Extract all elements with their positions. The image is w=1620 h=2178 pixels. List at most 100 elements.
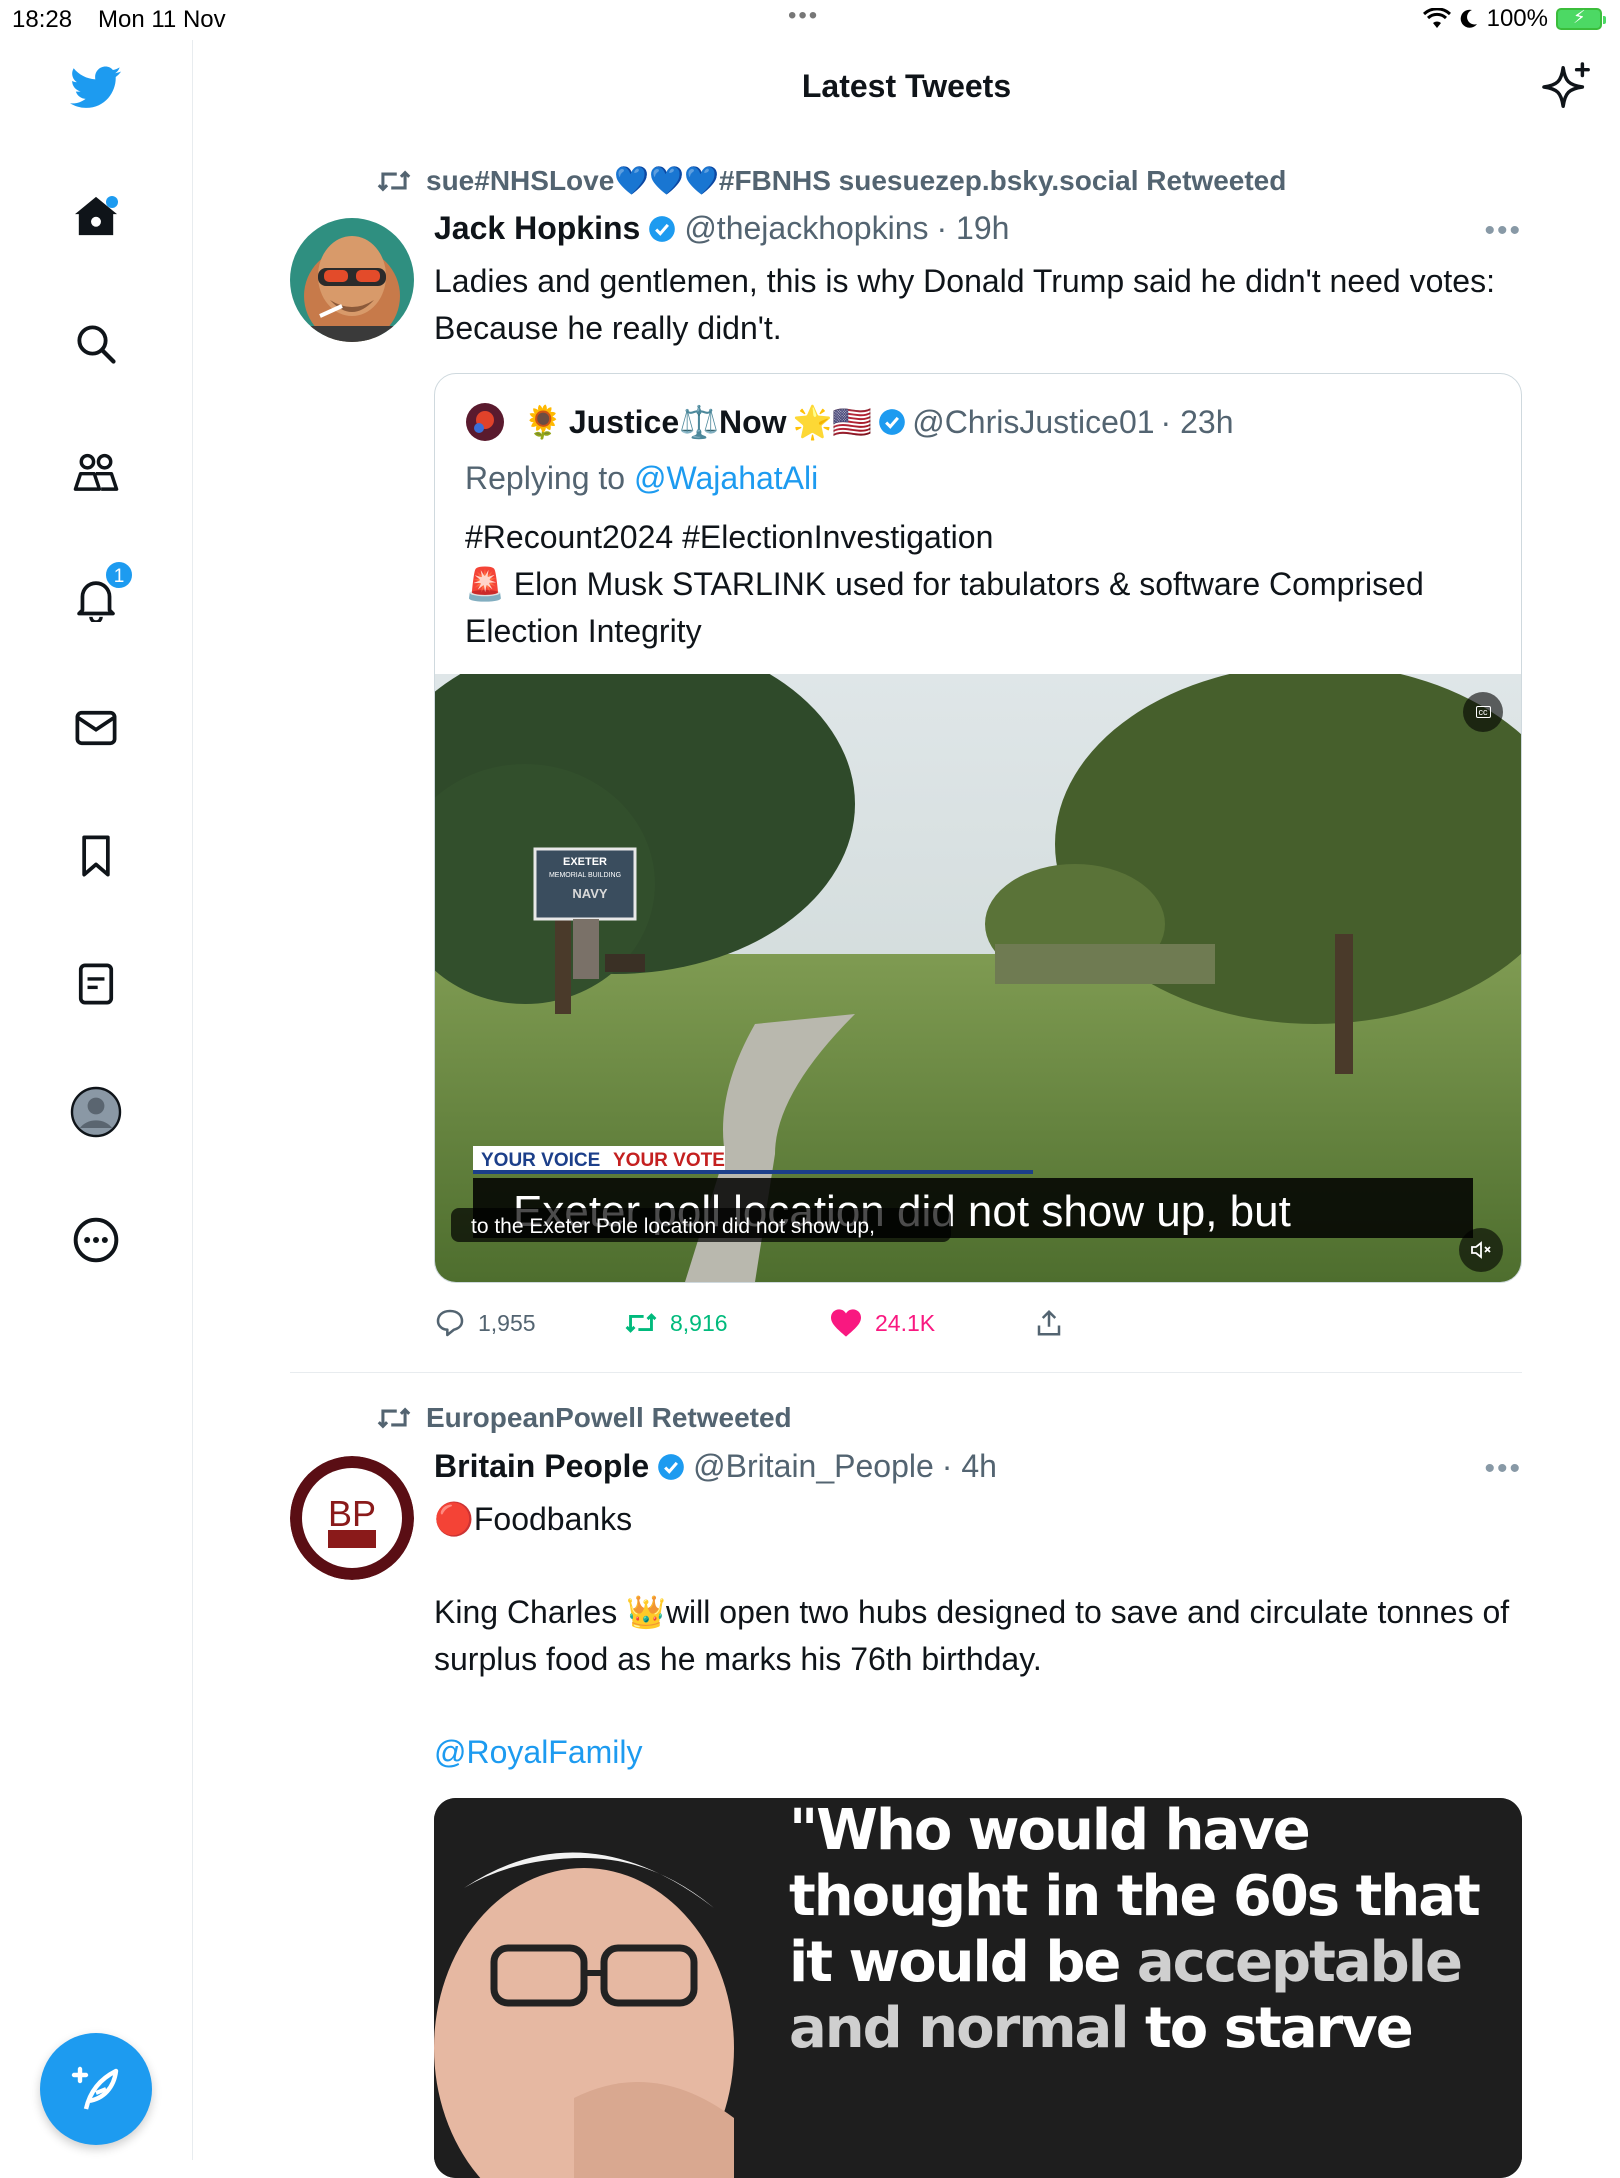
- quote-avatar[interactable]: [465, 402, 505, 442]
- quote-text-line: #Recount2024 #ElectionInvestigation: [465, 519, 994, 555]
- tweet-time: · 4h: [941, 1448, 997, 1484]
- quote-name-prefix: 🌻: [523, 404, 563, 440]
- image-quote-line: thought in the 60s that: [789, 1864, 1481, 1929]
- battery-percent: 100%: [1486, 5, 1548, 32]
- quote-text: #Recount2024 #ElectionInvestigation 🚨 El…: [465, 514, 1485, 655]
- mention-link[interactable]: @RoyalFamily: [434, 1729, 1514, 1776]
- tweet[interactable]: EuropeanPowell Retweeted BP Britain Peop…: [290, 1388, 1522, 2178]
- tweet-header: Britain People @Britain_People · 4h: [434, 1448, 997, 1485]
- tweet-time: · 19h: [936, 210, 1010, 246]
- more-options-icon[interactable]: [70, 1214, 122, 1266]
- more-menu-icon[interactable]: •••: [1484, 1452, 1522, 1486]
- reply-count: 1,955: [478, 1309, 536, 1336]
- avatar[interactable]: BP: [290, 1456, 414, 1580]
- share-button[interactable]: [1034, 1308, 1064, 1338]
- video-player[interactable]: EXETER MEMORIAL BUILDING NAVY YOUR VOICE…: [435, 674, 1521, 1282]
- messages-icon[interactable]: [70, 702, 122, 754]
- home-unread-dot: [106, 196, 118, 208]
- cc-icon: cc: [1475, 706, 1491, 718]
- status-bar: 18:28 Mon 11 Nov ••• 100% ⚡: [0, 0, 1620, 40]
- quote-name-suffix: 🌟🇺🇸: [792, 404, 873, 440]
- muted-speaker-icon: [1471, 1241, 1491, 1259]
- mute-button[interactable]: [1459, 1228, 1503, 1272]
- twitter-logo-icon[interactable]: [70, 62, 122, 114]
- video-banner-text: YOUR VOICE: [481, 1150, 600, 1171]
- like-count: 24.1K: [875, 1309, 936, 1336]
- image-quote-line: "Who would have: [789, 1798, 1311, 1863]
- top-header: Latest Tweets: [193, 40, 1620, 140]
- display-name[interactable]: Jack Hopkins: [434, 210, 640, 247]
- compose-tweet-button[interactable]: [40, 2033, 152, 2145]
- video-sign-text: MEMORIAL BUILDING: [549, 872, 621, 879]
- wifi-icon: [1422, 8, 1451, 28]
- tweet-text-line: 🔴Foodbanks: [434, 1501, 633, 1537]
- video-banner-text: YOUR VOTE: [613, 1150, 725, 1171]
- status-right: 100% ⚡: [1422, 5, 1606, 33]
- retweeted-by-text[interactable]: sue#NHSLove💙💙💙#FBNHS suesuezep.bsky.soci…: [426, 164, 1286, 197]
- notifications-icon[interactable]: 1: [70, 560, 134, 626]
- user-handle[interactable]: @thejackhopkins: [684, 210, 928, 247]
- tweet-text: Ladies and gentlemen, this is why Donald…: [434, 263, 1495, 346]
- status-date: Mon 11 Nov: [98, 6, 226, 33]
- image-quote-highlight: acceptable: [1136, 1930, 1463, 1995]
- tweet-text: 🔴Foodbanks King Charles 👑will open two h…: [434, 1496, 1514, 1776]
- retweet-context: EuropeanPowell Retweeted: [376, 1402, 792, 1434]
- reply-button[interactable]: 1,955: [434, 1307, 536, 1339]
- video-sign-text: EXETER: [563, 856, 607, 868]
- quoted-tweet[interactable]: 🌻 Justice⚖️Now 🌟🇺🇸 @ChrisJustice01 · 23h…: [434, 373, 1522, 1283]
- tweet[interactable]: sue#NHSLove💙💙💙#FBNHS suesuezep.bsky.soci…: [290, 150, 1522, 1350]
- quote-text-line: 🚨 Elon Musk STARLINK used for tabulators…: [465, 566, 1424, 649]
- quote-header: 🌻 Justice⚖️Now 🌟🇺🇸 @ChrisJustice01 · 23h: [465, 402, 1233, 442]
- retweet-icon: [377, 1407, 411, 1429]
- battery-icon: ⚡: [1556, 7, 1606, 30]
- retweeted-by-text[interactable]: EuropeanPowell Retweeted: [426, 1402, 792, 1434]
- avatar-initials: BP: [328, 1493, 376, 1534]
- verified-badge-icon: [879, 409, 906, 435]
- replying-label: Replying to: [465, 460, 626, 496]
- captions-button[interactable]: cc: [1463, 692, 1503, 732]
- replying-handle-link[interactable]: @WajahatAli: [634, 460, 818, 496]
- tweet-text-line: King Charles 👑will open two hubs designe…: [434, 1594, 1510, 1677]
- profile-icon[interactable]: [70, 1086, 122, 1138]
- video-sign-text: NAVY: [572, 886, 607, 901]
- quote-display-name[interactable]: Justice⚖️Now: [569, 403, 787, 441]
- tweet-divider: [290, 1372, 1522, 1373]
- search-icon[interactable]: [70, 318, 122, 370]
- video-subtitle-text: to the Exeter Pole location did not show…: [471, 1215, 875, 1238]
- compose-feather-icon: [71, 2066, 119, 2110]
- lists-icon[interactable]: [70, 958, 122, 1010]
- replying-to: Replying to @WajahatAli: [465, 460, 818, 497]
- image-quote-line: it would be: [789, 1930, 1137, 1995]
- notifications-badge: 1: [104, 560, 134, 590]
- reply-icon: [436, 1309, 464, 1337]
- quote-handle[interactable]: @ChrisJustice01: [912, 404, 1154, 441]
- quote-time: · 23h: [1160, 403, 1234, 440]
- multitasking-dots-icon[interactable]: •••: [788, 2, 819, 30]
- bookmarks-icon[interactable]: [70, 830, 122, 882]
- tweet-header: Jack Hopkins @thejackhopkins · 19h: [434, 210, 1009, 247]
- moon-icon: [1460, 9, 1477, 28]
- share-icon: [1037, 1309, 1061, 1336]
- avatar[interactable]: [290, 218, 414, 342]
- retweet-button[interactable]: 8,916: [624, 1309, 728, 1337]
- home-icon[interactable]: [70, 190, 122, 242]
- display-name[interactable]: Britain People: [434, 1448, 649, 1485]
- retweet-context: sue#NHSLove💙💙💙#FBNHS suesuezep.bsky.soci…: [376, 164, 1286, 197]
- image-quote-text: "Who would have thought in the 60s that …: [789, 1798, 1509, 2062]
- retweet-count: 8,916: [670, 1309, 728, 1336]
- image-quote-line: to starve: [1127, 1996, 1414, 2061]
- communities-icon[interactable]: [70, 446, 122, 498]
- image-quote-highlight: and normal: [789, 1996, 1130, 2061]
- user-handle[interactable]: @Britain_People: [693, 1448, 934, 1485]
- more-menu-icon[interactable]: •••: [1484, 214, 1522, 248]
- tweet-image[interactable]: "Who would have thought in the 60s that …: [434, 1798, 1522, 2178]
- sidebar: 1: [0, 40, 193, 2160]
- sparkle-icon[interactable]: [1542, 62, 1592, 117]
- heart-icon: [831, 1309, 861, 1337]
- retweet-icon: [625, 1313, 657, 1333]
- page-title: Latest Tweets: [801, 68, 1012, 104]
- verified-badge-icon: [658, 1453, 684, 1480]
- status-time: 18:28: [12, 6, 73, 33]
- like-button[interactable]: 24.1K: [829, 1308, 935, 1338]
- verified-badge-icon: [649, 215, 676, 242]
